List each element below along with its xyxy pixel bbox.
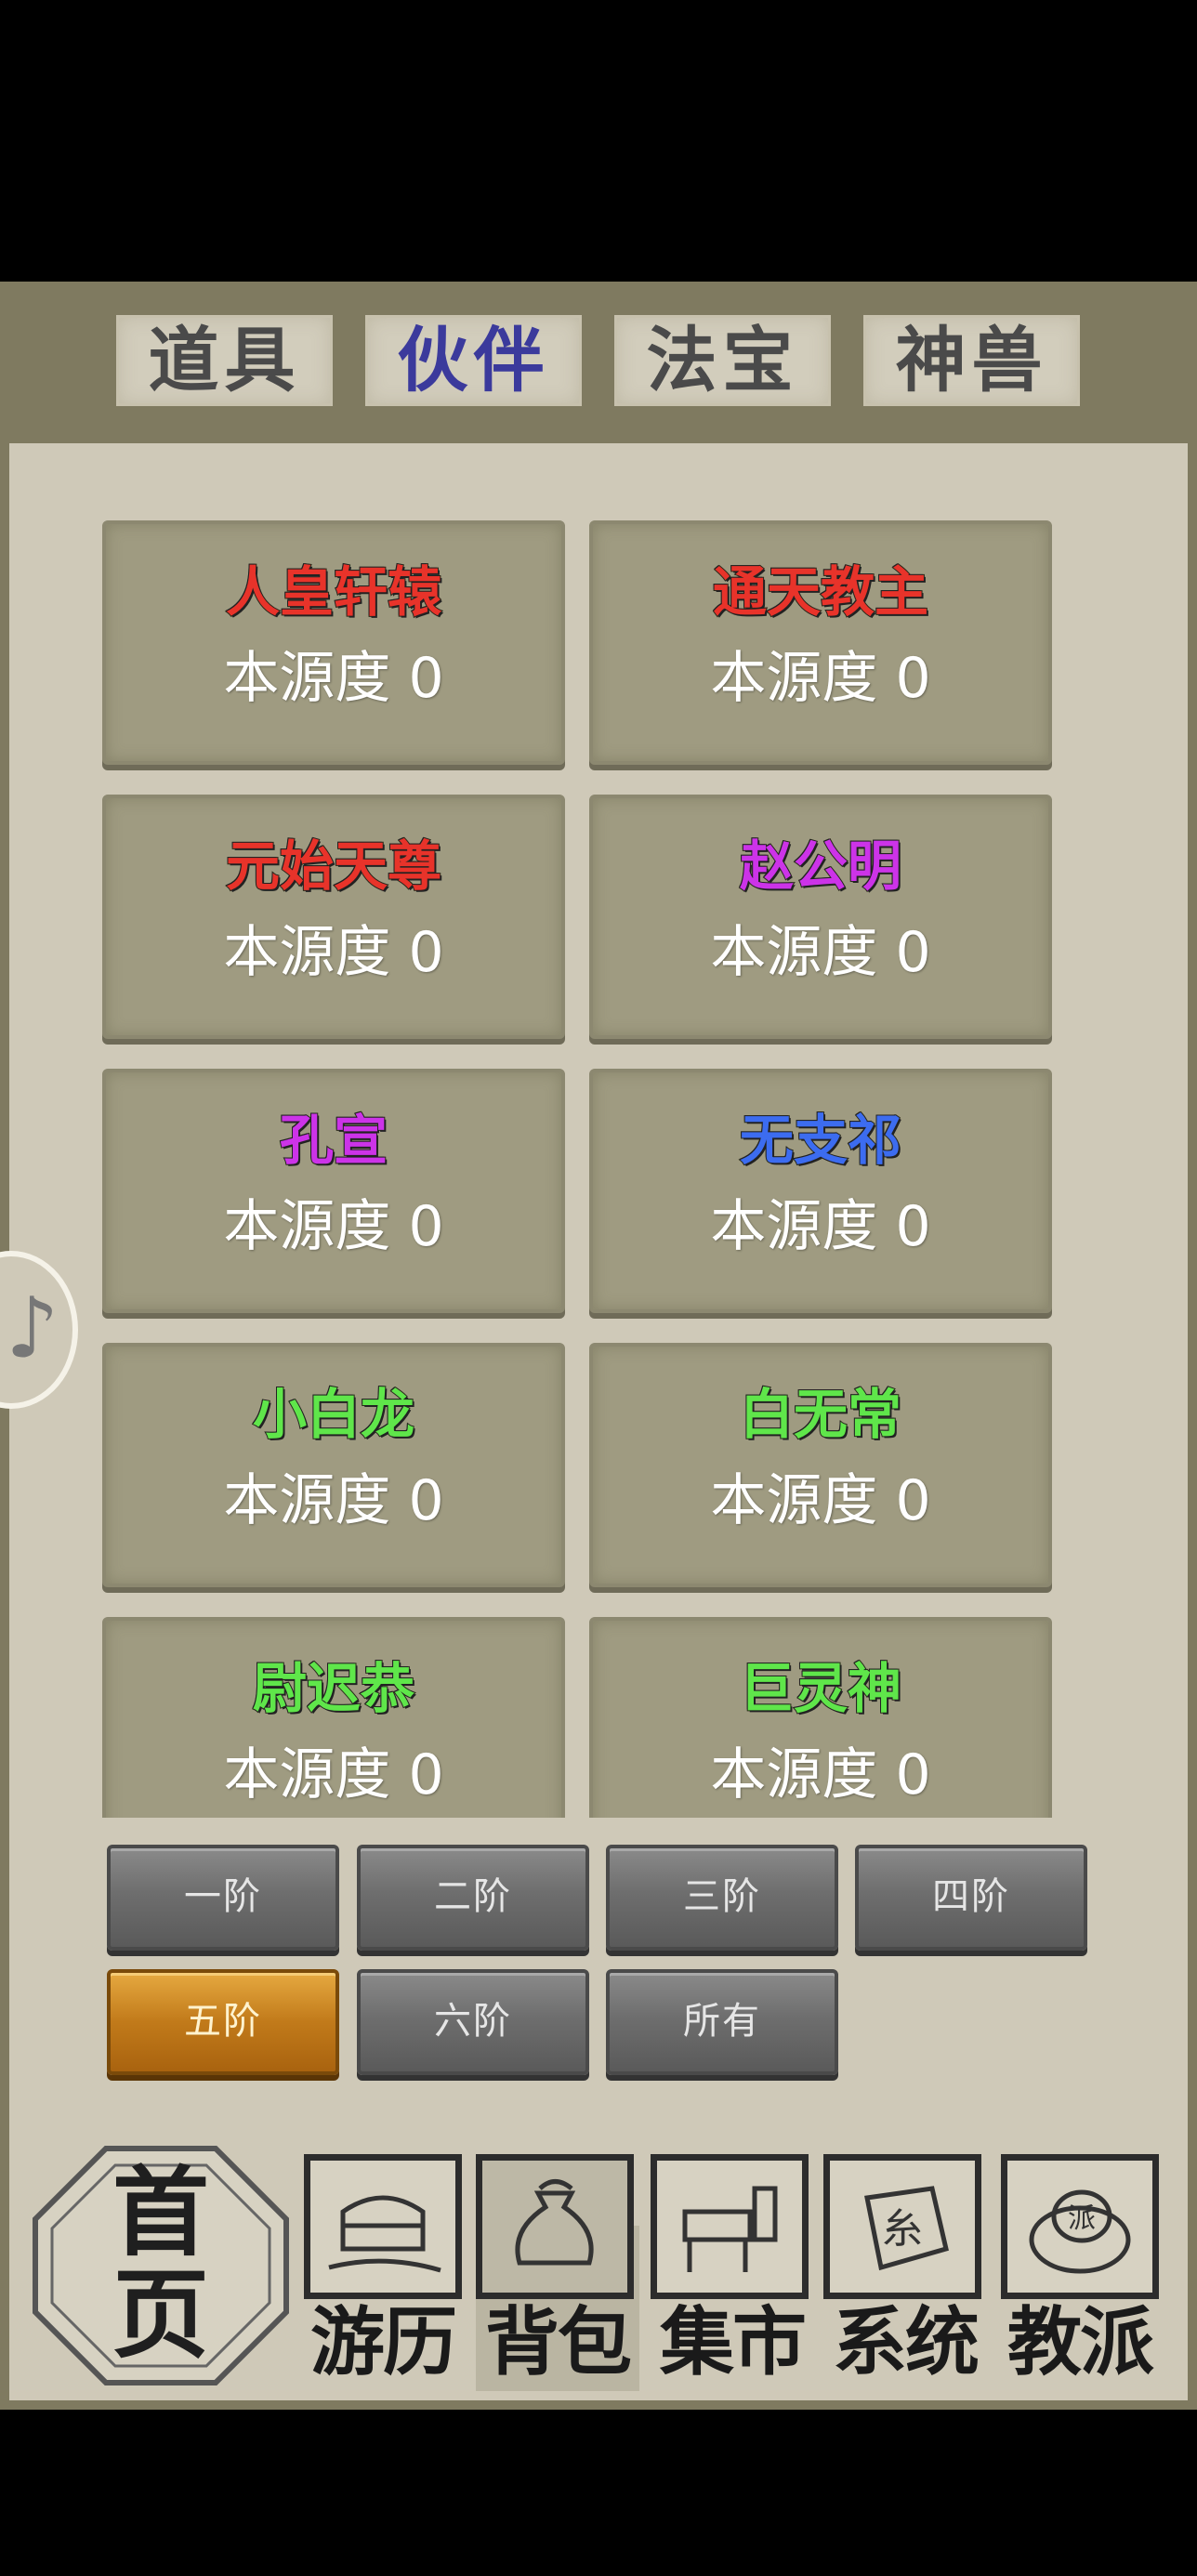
- companion-name: 尉迟恭: [252, 1656, 415, 1721]
- companion-stat: 本源度 0: [223, 1468, 444, 1533]
- companion-card[interactable]: 赵公明 本源度 0: [589, 795, 1052, 1039]
- companion-card[interactable]: 尉迟恭 本源度 0: [102, 1617, 565, 1818]
- companion-grid: 人皇轩辕 本源度 0 通天教主 本源度 0 元始天尊 本源度 0 赵公明 本源度…: [102, 520, 1059, 1818]
- nav-bag-icon-box[interactable]: [476, 2154, 634, 2299]
- companion-name: 元始天尊: [225, 834, 442, 899]
- companion-name: 赵公明: [739, 834, 902, 899]
- home-label-line1: 首: [112, 2155, 209, 2269]
- companion-card[interactable]: 白无常 本源度 0: [589, 1343, 1052, 1587]
- nav-label-travel[interactable]: 游历: [295, 2295, 471, 2388]
- bag-icon: [515, 2179, 594, 2266]
- companion-name: 无支祁: [739, 1108, 902, 1173]
- companion-card[interactable]: 巨灵神 本源度 0: [589, 1617, 1052, 1818]
- companion-stat: 本源度 0: [710, 646, 931, 711]
- companion-stat: 本源度 0: [710, 1742, 931, 1807]
- tier-button-4[interactable]: 四阶: [855, 1845, 1087, 1951]
- system-seal-icon: 糸: [864, 2186, 949, 2271]
- home-label-line2: 页: [112, 2257, 209, 2372]
- music-note-icon: ♪: [6, 1280, 59, 1377]
- companion-stat: 本源度 0: [710, 1468, 931, 1533]
- sect-bowl-icon: 派: [1029, 2189, 1131, 2274]
- nav-label-sect[interactable]: 教派: [992, 2295, 1168, 2388]
- companion-card[interactable]: 孔宣 本源度 0: [102, 1069, 565, 1313]
- companion-stat: 本源度 0: [710, 920, 931, 985]
- nav-travel-icon-box[interactable]: [304, 2154, 462, 2299]
- companion-card[interactable]: 通天教主 本源度 0: [589, 520, 1052, 765]
- nav-sect-icon-box[interactable]: 派: [1001, 2154, 1159, 2299]
- home-button[interactable]: 首 页: [32, 2145, 290, 2386]
- nav-label-system[interactable]: 系统: [817, 2295, 993, 2388]
- tier-button-5[interactable]: 五阶: [107, 1969, 339, 2075]
- companion-stat: 本源度 0: [223, 1742, 444, 1807]
- companion-card[interactable]: 小白龙 本源度 0: [102, 1343, 565, 1587]
- market-stall-icon: [682, 2186, 778, 2272]
- companion-name: 通天教主: [712, 559, 929, 624]
- companion-stat: 本源度 0: [223, 920, 444, 985]
- nav-label-market[interactable]: 集市: [644, 2295, 821, 2388]
- nav-system-icon-box[interactable]: 糸: [823, 2154, 981, 2299]
- tier-button-all[interactable]: 所有: [606, 1969, 838, 2075]
- nav-market-icon-box[interactable]: [651, 2154, 809, 2299]
- tier-button-6[interactable]: 六阶: [357, 1969, 589, 2075]
- companion-stat: 本源度 0: [223, 1194, 444, 1259]
- svg-text:糸: 糸: [882, 2205, 923, 2253]
- tab-treasures[interactable]: 法宝: [614, 315, 831, 406]
- companion-card[interactable]: 元始天尊 本源度 0: [102, 795, 565, 1039]
- companion-name: 白无常: [739, 1382, 902, 1447]
- svg-text:派: 派: [1068, 2202, 1096, 2235]
- companion-stat: 本源度 0: [223, 646, 444, 711]
- tab-items[interactable]: 道具: [116, 315, 333, 406]
- companion-card[interactable]: 无支祁 本源度 0: [589, 1069, 1052, 1313]
- tier-button-3[interactable]: 三阶: [606, 1845, 838, 1951]
- tab-companions[interactable]: 伙伴: [365, 315, 582, 406]
- companion-name: 人皇轩辕: [225, 559, 442, 624]
- companion-stat: 本源度 0: [710, 1194, 931, 1259]
- companion-name: 小白龙: [252, 1382, 415, 1447]
- companion-card[interactable]: 人皇轩辕 本源度 0: [102, 520, 565, 765]
- companion-name: 孔宣: [279, 1108, 388, 1173]
- chest-icon: [328, 2195, 441, 2273]
- tier-button-2[interactable]: 二阶: [357, 1845, 589, 1951]
- nav-label-bag[interactable]: 背包: [469, 2295, 646, 2388]
- tab-beasts[interactable]: 神兽: [863, 315, 1080, 406]
- tier-button-1[interactable]: 一阶: [107, 1845, 339, 1951]
- companion-name: 巨灵神: [739, 1656, 902, 1721]
